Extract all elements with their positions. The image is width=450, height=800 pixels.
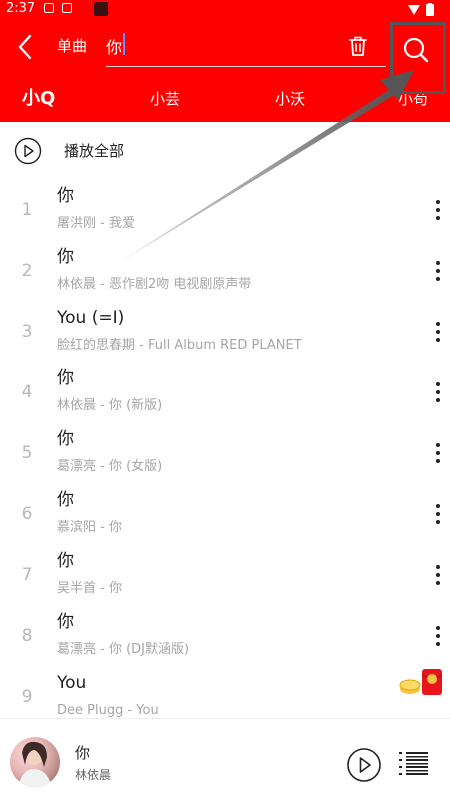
search-icon [403, 37, 429, 63]
song-subtitle: 葛漂亮 - 你 (DJ默涵版) [57, 642, 190, 657]
song-index: 8 [21, 626, 33, 646]
search-type-label[interactable]: 单曲 [57, 36, 87, 56]
song-index: 1 [21, 200, 33, 220]
now-playing-title: 你 [75, 744, 91, 762]
song-index: 2 [21, 261, 33, 281]
more-options-button[interactable] [428, 440, 448, 466]
more-options-button[interactable] [428, 562, 448, 588]
top-bar: 单曲 [0, 18, 450, 78]
song-subtitle: 慕滨阳 - 你 [57, 520, 122, 535]
more-options-button[interactable] [428, 623, 448, 649]
more-options-button[interactable] [428, 197, 448, 223]
search-button[interactable] [390, 22, 444, 82]
song-title: 你 [57, 186, 74, 206]
more-options-button[interactable] [428, 319, 448, 345]
album-cover[interactable] [10, 737, 60, 787]
song-title: 你 [57, 551, 74, 571]
song-row[interactable]: 5 你 葛漂亮 - 你 (女版) [0, 425, 450, 485]
back-arrow-icon [18, 34, 32, 60]
song-row[interactable]: 7 你 吴半首 - 你 [0, 547, 450, 607]
song-title: 你 [57, 247, 74, 267]
song-row[interactable]: 1 你 屠洪刚 - 我爱 [0, 182, 450, 242]
notification-icon [44, 3, 54, 13]
song-row[interactable]: 4 你 林依晨 - 你 (新版) [0, 364, 450, 424]
song-subtitle: 屠洪刚 - 我爱 [57, 216, 135, 231]
song-index: 9 [21, 687, 33, 707]
song-index: 6 [21, 504, 33, 524]
song-row[interactable]: 2 你 林依晨 - 恶作剧2吻 电视剧原声带 [0, 243, 450, 303]
tab-xiaoq[interactable]: 小Q [22, 88, 55, 110]
song-index: 7 [21, 565, 33, 585]
notification-icon [62, 3, 72, 13]
more-options-button[interactable] [428, 258, 448, 284]
song-title: You (=I) [57, 308, 125, 328]
play-icon [347, 748, 381, 782]
search-underline [106, 66, 386, 67]
song-title: 你 [57, 429, 74, 449]
red-packet-icon[interactable] [398, 665, 448, 699]
playlist-icon [399, 752, 428, 775]
song-title: 你 [57, 490, 74, 510]
mini-player[interactable]: 你 林依晨 [0, 718, 450, 800]
notification-icon [94, 2, 108, 16]
tab-xiaogou[interactable]: 小苟 [398, 88, 428, 110]
clear-button[interactable] [345, 33, 371, 59]
more-options-button[interactable] [428, 379, 448, 405]
song-row[interactable]: 6 你 慕滨阳 - 你 [0, 486, 450, 546]
more-options-button[interactable] [428, 501, 448, 527]
trash-icon [349, 36, 367, 56]
song-row[interactable]: 3 You (=I) 脸红的思春期 - Full Album RED PLANE… [0, 304, 450, 364]
song-index: 5 [21, 443, 33, 463]
song-index: 4 [21, 382, 33, 402]
back-button[interactable] [12, 32, 40, 62]
tab-xiaoyun[interactable]: 小芸 [150, 88, 180, 110]
play-circle-icon [14, 137, 42, 165]
song-subtitle: 林依晨 - 你 (新版) [57, 398, 163, 413]
status-bar: 2:37 [0, 0, 450, 18]
play-all-row[interactable]: 播放全部 [0, 128, 450, 174]
song-subtitle: 吴半首 - 你 [57, 581, 122, 596]
text-cursor [123, 33, 125, 55]
song-title: 你 [57, 612, 74, 632]
song-subtitle: 葛漂亮 - 你 (女版) [57, 459, 163, 474]
source-tab-bar: 小Q 小芸 小沃 小苟 [0, 78, 450, 122]
song-subtitle: 脸红的思春期 - Full Album RED PLANET [57, 338, 302, 353]
play-button[interactable] [346, 747, 382, 783]
song-subtitle: 林依晨 - 恶作剧2吻 电视剧原声带 [57, 277, 252, 292]
song-row[interactable]: 8 你 葛漂亮 - 你 (DJ默涵版) [0, 608, 450, 668]
now-playing-artist: 林依晨 [75, 768, 112, 782]
song-index: 3 [21, 322, 33, 342]
playlist-button[interactable] [398, 749, 430, 779]
tab-xiaowo[interactable]: 小沃 [275, 88, 305, 110]
song-title: You [57, 673, 87, 693]
song-title: 你 [57, 368, 74, 388]
status-time: 2:37 [6, 1, 36, 16]
search-input[interactable] [106, 32, 386, 60]
play-all-label: 播放全部 [64, 142, 125, 160]
